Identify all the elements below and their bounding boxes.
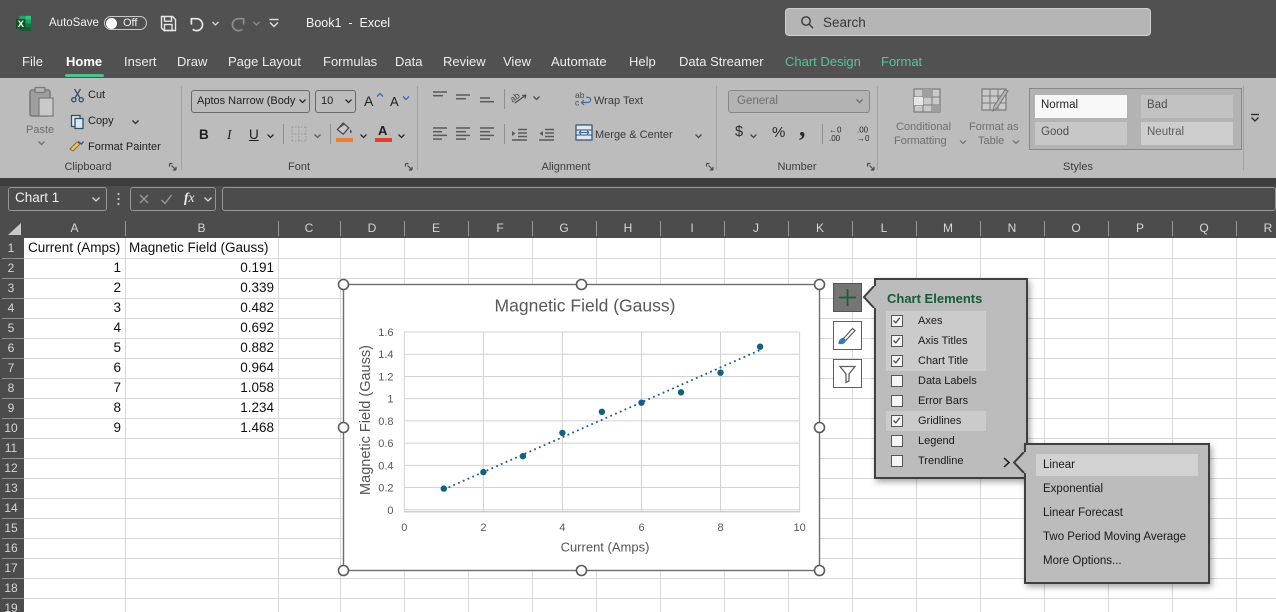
svg-text:X: X	[18, 19, 25, 30]
svg-text:Magnetic Field (Gauss): Magnetic Field (Gauss)	[495, 296, 676, 316]
svg-text:→0: →0	[857, 134, 870, 142]
svg-text:1.4: 1.4	[378, 349, 393, 361]
svg-text:Current (Amps): Current (Amps)	[561, 540, 650, 555]
svg-text:6: 6	[638, 522, 644, 534]
svg-text:0: 0	[387, 505, 393, 517]
svg-text:0: 0	[401, 522, 407, 534]
svg-text:0.2: 0.2	[378, 483, 393, 495]
svg-text:1: 1	[387, 394, 393, 406]
svg-text:8: 8	[717, 522, 723, 534]
svg-text:1.2: 1.2	[378, 371, 393, 383]
svg-text:10: 10	[793, 522, 805, 534]
svg-text:Magnetic Field (Gauss): Magnetic Field (Gauss)	[358, 345, 374, 495]
svg-text:0.6: 0.6	[378, 438, 393, 450]
svg-text:0.4: 0.4	[378, 460, 393, 472]
svg-text:1.6: 1.6	[378, 327, 393, 339]
svg-text:2: 2	[480, 522, 486, 534]
svg-text:0.8: 0.8	[378, 416, 393, 428]
svg-text:.00: .00	[829, 134, 841, 142]
svg-text:4: 4	[559, 522, 565, 534]
